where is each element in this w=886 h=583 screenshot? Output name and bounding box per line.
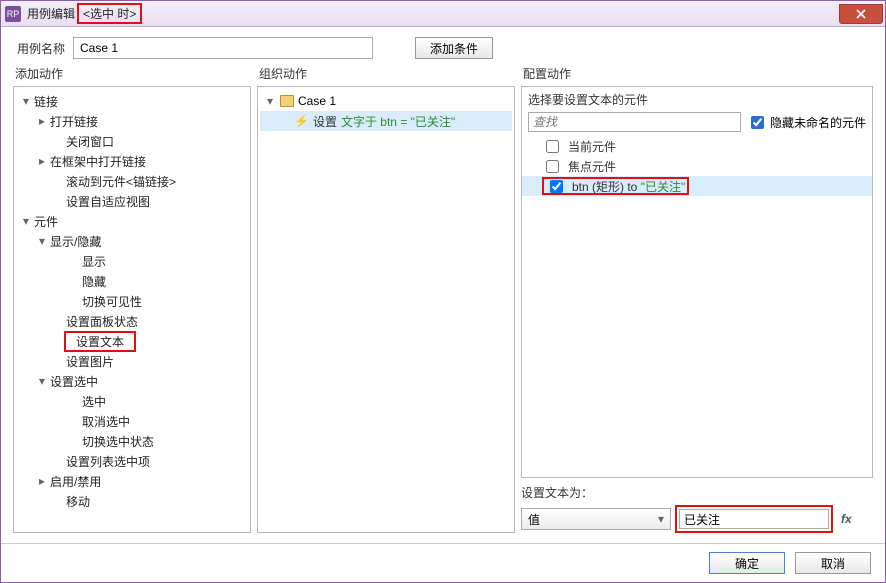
fx-button[interactable]: fx [841, 512, 852, 526]
widget-row-btn[interactable]: btn (矩形) to "已关注" [522, 176, 872, 196]
widget-row-label: 焦点元件 [568, 158, 616, 175]
top-row: 用例名称 添加条件 [1, 27, 885, 65]
tree-group-showhide[interactable]: 显示/隐藏 [14, 231, 250, 251]
organize-action-header: 组织动作 [257, 65, 515, 82]
action-tree: 链接 打开链接 关闭窗口 在框架中打开链接 滚动到元件<锚链接> 设置自适应视图… [14, 87, 250, 515]
widget-search-input[interactable] [528, 112, 741, 132]
set-text-to-label: 设置文本为： [521, 484, 873, 501]
case-name-label: 用例名称 [17, 40, 65, 57]
org-case-row[interactable]: Case 1 [260, 91, 512, 111]
tree-item-move[interactable]: 移动 [14, 491, 250, 511]
widget-row-current[interactable]: 当前元件 [522, 136, 872, 156]
widget-check-focus[interactable] [546, 160, 559, 173]
tree-item-set-list-item[interactable]: 设置列表选中项 [14, 451, 250, 471]
add-condition-button[interactable]: 添加条件 [415, 37, 493, 59]
org-case-label: Case 1 [298, 94, 336, 108]
action-tree-panel[interactable]: 链接 打开链接 关闭窗口 在框架中打开链接 滚动到元件<锚链接> 设置自适应视图… [13, 86, 251, 533]
value-input[interactable] [679, 509, 829, 529]
configure-action-column: 配置动作 选择要设置文本的元件 隐藏未命名的元件 当前元件 [521, 65, 873, 533]
org-action-word: 设置 [313, 113, 337, 130]
tree-item-open-link[interactable]: 打开链接 [14, 111, 250, 131]
tree-group-widgets[interactable]: 元件 [14, 211, 250, 231]
widget-check-btn[interactable] [550, 180, 563, 193]
window-title: 用例编辑 [27, 5, 75, 22]
organize-panel[interactable]: Case 1 ⚡ 设置 文字于 btn = "已关注" [257, 86, 515, 533]
value-type-label: 值 [528, 511, 540, 528]
add-action-column: 添加动作 链接 打开链接 关闭窗口 在框架中打开链接 滚动到元件<锚链接> 设置… [13, 65, 251, 533]
chevron-down-icon: ▾ [658, 512, 664, 526]
widget-check-current[interactable] [546, 140, 559, 153]
tree-item-set-image[interactable]: 设置图片 [14, 351, 250, 371]
tree-item-close-window[interactable]: 关闭窗口 [14, 131, 250, 151]
widget-row-label: btn (矩形) to "已关注" [572, 178, 685, 195]
bolt-icon: ⚡ [294, 114, 309, 128]
titlebar[interactable]: RP 用例编辑 <选中 时> [1, 1, 885, 27]
case-editor-window: RP 用例编辑 <选中 时> 用例名称 添加条件 添加动作 链接 打开链接 关闭… [0, 0, 886, 583]
add-action-header: 添加动作 [13, 65, 251, 82]
tree-item-toggle-sel[interactable]: 切换选中状态 [14, 431, 250, 451]
organize-action-column: 组织动作 Case 1 ⚡ 设置 文字于 btn = "已关注" [257, 65, 515, 533]
tree-item-open-in-frame[interactable]: 在框架中打开链接 [14, 151, 250, 171]
value-type-combo[interactable]: 值 ▾ [521, 508, 671, 530]
org-action-row[interactable]: ⚡ 设置 文字于 btn = "已关注" [260, 111, 512, 131]
set-text-section: 设置文本为： 值 ▾ fx [521, 484, 873, 533]
tree-item-set-text[interactable]: 设置文本 [14, 331, 250, 351]
tree-item-hide[interactable]: 隐藏 [14, 271, 250, 291]
widget-list[interactable]: 当前元件 焦点元件 btn (矩形) to "已关注" [522, 136, 872, 477]
hide-unnamed-checkbox[interactable]: 隐藏未命名的元件 [747, 113, 866, 132]
tree-item-scroll-to[interactable]: 滚动到元件<锚链接> [14, 171, 250, 191]
tree-group-links[interactable]: 链接 [14, 91, 250, 111]
app-icon: RP [5, 6, 21, 22]
org-action-target: 文字于 btn = "已关注" [341, 113, 455, 130]
configure-action-header: 配置动作 [521, 65, 873, 82]
tree-item-selected[interactable]: 选中 [14, 391, 250, 411]
close-button[interactable] [839, 4, 883, 24]
tree-item-show[interactable]: 显示 [14, 251, 250, 271]
ok-button[interactable]: 确定 [709, 552, 785, 574]
footer: 确定 取消 [1, 543, 885, 582]
cancel-button[interactable]: 取消 [795, 552, 871, 574]
configure-panel: 选择要设置文本的元件 隐藏未命名的元件 当前元件 [521, 86, 873, 478]
widget-row-label: 当前元件 [568, 138, 616, 155]
hide-unnamed-input[interactable] [751, 116, 764, 129]
tree-group-set-selected[interactable]: 设置选中 [14, 371, 250, 391]
close-icon [856, 9, 866, 19]
tree-item-enable-disable[interactable]: 启用/禁用 [14, 471, 250, 491]
select-widget-title: 选择要设置文本的元件 [522, 87, 872, 110]
columns: 添加动作 链接 打开链接 关闭窗口 在框架中打开链接 滚动到元件<锚链接> 设置… [1, 65, 885, 543]
tree-item-unselect[interactable]: 取消选中 [14, 411, 250, 431]
tree-item-panel-state[interactable]: 设置面板状态 [14, 311, 250, 331]
folder-icon [280, 95, 294, 107]
widget-row-focus[interactable]: 焦点元件 [522, 156, 872, 176]
window-title-event: <选中 时> [77, 3, 142, 24]
tree-item-set-adaptive[interactable]: 设置自适应视图 [14, 191, 250, 211]
case-name-input[interactable] [73, 37, 373, 59]
tree-item-toggle-vis[interactable]: 切换可见性 [14, 291, 250, 311]
hide-unnamed-label: 隐藏未命名的元件 [770, 114, 866, 131]
